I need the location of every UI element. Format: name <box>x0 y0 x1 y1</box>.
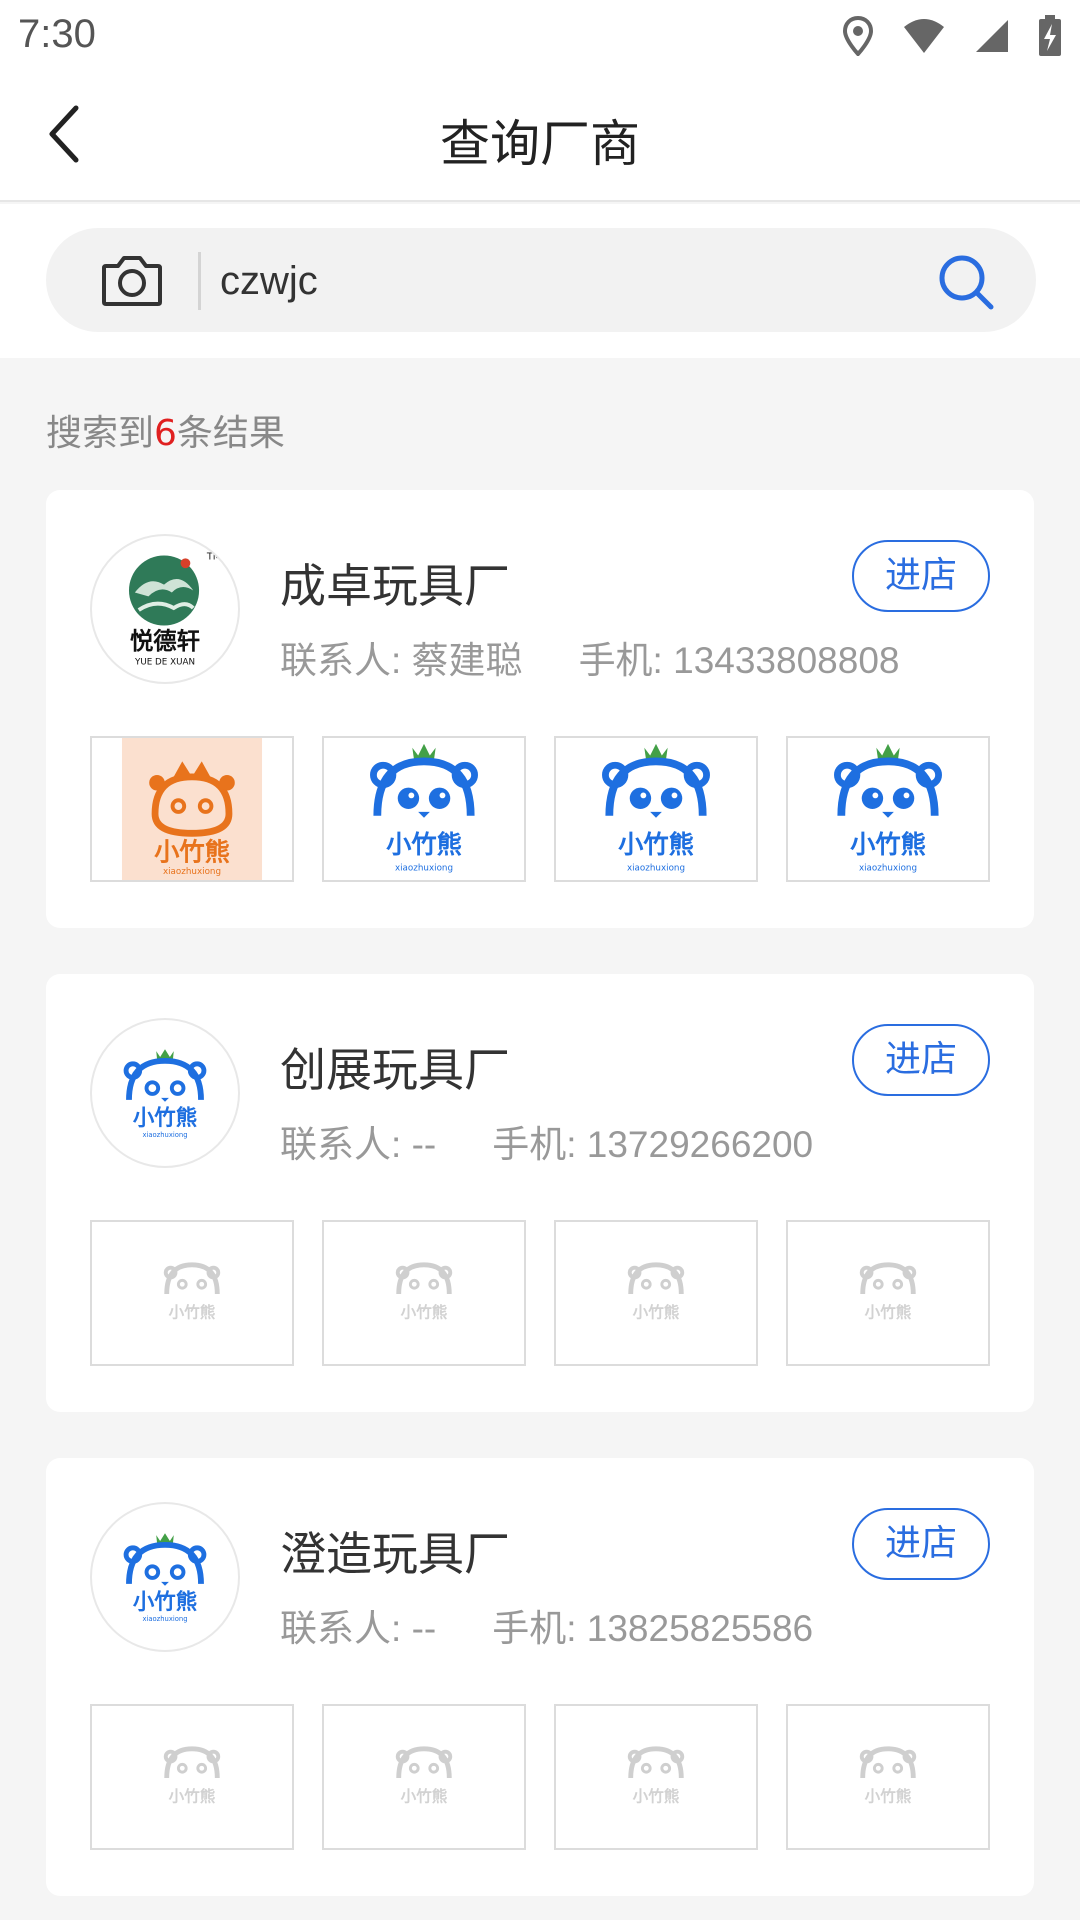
result-count-number: 6 <box>154 413 177 454</box>
vendor-card[interactable]: 小竹熊 xiaozhuxiong 创展玩具厂 联系人: -- 手机: 137292… <box>46 974 1034 1412</box>
product-thumbnail[interactable]: 小竹熊 xiaozhuxiong <box>554 736 758 882</box>
camera-icon[interactable] <box>100 252 164 308</box>
brand-text: 小竹熊 <box>865 1302 912 1321</box>
search-divider <box>198 252 201 310</box>
product-thumbnails: 小竹熊 xiaozhuxiong 小竹熊 xiaozhuxiong 小竹熊 xi… <box>90 736 990 882</box>
contact-name: -- <box>411 1124 437 1165</box>
product-thumbnail[interactable]: 小竹熊 xiaozhuxiong <box>322 736 526 882</box>
product-thumbnail[interactable]: 小竹熊 <box>322 1704 526 1850</box>
vendor-card[interactable]: 小竹熊 xiaozhuxiong 澄造玩具厂 联系人: -- 手机: 138258… <box>46 1458 1034 1896</box>
brand-subtext: xiaozhuxiong <box>395 863 453 873</box>
phone-label: 手机: <box>492 1608 577 1649</box>
brand-text: 小竹熊 <box>169 1302 216 1321</box>
product-thumbnail[interactable]: 小竹熊 <box>554 1704 758 1850</box>
logo-text: 悦德轩 <box>130 627 200 655</box>
contact-label: 联系人: <box>280 1124 402 1165</box>
status-time: 7:30 <box>18 12 96 56</box>
product-thumbnail[interactable]: 小竹熊 <box>90 1704 294 1850</box>
result-count-suffix: 条结果 <box>176 413 285 454</box>
wifi-icon <box>904 19 944 53</box>
battery-icon <box>1039 15 1061 56</box>
status-icons <box>842 14 1062 58</box>
contact-label: 联系人: <box>280 1608 402 1649</box>
brand-text: 小竹熊 <box>133 1589 197 1615</box>
contact-label: 联系人: <box>280 640 402 681</box>
search-section <box>0 204 1080 358</box>
phone-label: 手机: <box>492 1124 577 1165</box>
product-thumbnail[interactable]: 小竹熊 <box>322 1220 526 1366</box>
vendor-logo: 小竹熊 xiaozhuxiong <box>90 1502 240 1652</box>
xiaozhuxiong-logo-icon: 小竹熊 xiaozhuxiong <box>123 1533 207 1623</box>
product-thumbnail[interactable]: 小竹熊 xiaozhuxiong <box>786 736 990 882</box>
location-icon <box>842 16 874 56</box>
placeholder-image-icon: 小竹熊 <box>395 1746 453 1805</box>
placeholder-image-icon: 小竹熊 <box>163 1262 221 1321</box>
brand-text: 小竹熊 <box>633 1786 680 1805</box>
brand-text: 小竹熊 <box>386 830 462 859</box>
vendor-logo: TM 悦德轩 YUE DE XUAN <box>90 534 240 684</box>
status-bar: 7:30 <box>0 0 1080 74</box>
placeholder-image-icon: 小竹熊 <box>627 1746 685 1805</box>
placeholder-image-icon: 小竹熊 <box>163 1746 221 1805</box>
brand-text: 小竹熊 <box>133 1105 197 1131</box>
enter-store-button[interactable]: 进店 <box>852 540 990 612</box>
product-thumbnail[interactable]: 小竹熊 <box>786 1220 990 1366</box>
xiaozhuxiong-blue-icon: 小竹熊 xiaozhuxiong <box>602 743 710 873</box>
product-thumbnail[interactable]: 小竹熊 <box>90 1220 294 1366</box>
vendor-logo: 小竹熊 xiaozhuxiong <box>90 1018 240 1168</box>
yuedexuan-logo-icon: TM 悦德轩 YUE DE XUAN <box>128 551 221 667</box>
brand-text: 小竹熊 <box>633 1302 680 1321</box>
search-bar <box>46 228 1036 332</box>
product-thumbnail[interactable]: 小竹熊 <box>786 1704 990 1850</box>
title-bar: 查询厂商 <box>0 74 1080 202</box>
vendor-card[interactable]: TM 悦德轩 YUE DE XUAN 成卓玩具厂 联系人: 蔡建聪 手机: 134… <box>46 490 1034 928</box>
placeholder-image-icon: 小竹熊 <box>395 1262 453 1321</box>
vendor-name[interactable]: 成卓玩具厂 <box>280 550 510 616</box>
xiaozhuxiong-orange-icon: 小竹熊 xiaozhuxiong <box>121 738 263 880</box>
brand-subtext: xiaozhuxiong <box>163 867 221 877</box>
logo-subtext: YUE DE XUAN <box>134 657 195 667</box>
vendor-contact: 联系人: 蔡建聪 手机: 13433808808 <box>280 630 899 684</box>
brand-text: 小竹熊 <box>169 1786 216 1805</box>
xiaozhuxiong-blue-icon: 小竹熊 xiaozhuxiong <box>370 743 478 873</box>
search-input[interactable] <box>220 256 900 306</box>
result-count: 搜索到6条结果 <box>46 404 285 456</box>
result-count-prefix: 搜索到 <box>46 413 155 454</box>
brand-text: 小竹熊 <box>154 838 230 867</box>
product-thumbnail[interactable]: 小竹熊 <box>554 1220 758 1366</box>
contact-name: -- <box>411 1608 437 1649</box>
signal-icon <box>976 20 1008 52</box>
product-thumbnails: 小竹熊 小竹熊 小竹熊 小竹熊 <box>90 1220 990 1366</box>
vendor-name[interactable]: 澄造玩具厂 <box>280 1518 510 1584</box>
product-thumbnails: 小竹熊 小竹熊 小竹熊 小竹熊 <box>90 1704 990 1850</box>
brand-text: 小竹熊 <box>618 830 694 859</box>
page-title: 查询厂商 <box>440 115 640 173</box>
brand-subtext: xiaozhuxiong <box>627 863 685 873</box>
contact-name: 蔡建聪 <box>411 640 523 681</box>
placeholder-image-icon: 小竹熊 <box>627 1262 685 1321</box>
brand-subtext: xiaozhuxiong <box>859 863 917 873</box>
vendor-contact: 联系人: -- 手机: 13729266200 <box>280 1114 813 1168</box>
phone-number[interactable]: 13825825586 <box>587 1608 813 1649</box>
enter-store-button[interactable]: 进店 <box>852 1024 990 1096</box>
svg-text:TM: TM <box>206 551 221 562</box>
brand-text: 小竹熊 <box>401 1786 448 1805</box>
brand-text: 小竹熊 <box>850 830 926 859</box>
phone-number[interactable]: 13433808808 <box>673 640 899 681</box>
brand-subtext: xiaozhuxiong <box>142 1131 187 1139</box>
phone-number[interactable]: 13729266200 <box>587 1124 813 1165</box>
phone-label: 手机: <box>578 640 663 681</box>
xiaozhuxiong-blue-icon: 小竹熊 xiaozhuxiong <box>834 743 942 873</box>
search-icon[interactable] <box>936 252 996 312</box>
brand-subtext: xiaozhuxiong <box>142 1615 187 1623</box>
brand-text: 小竹熊 <box>865 1786 912 1805</box>
xiaozhuxiong-logo-icon: 小竹熊 xiaozhuxiong <box>123 1049 207 1139</box>
vendor-name[interactable]: 创展玩具厂 <box>280 1034 510 1100</box>
placeholder-image-icon: 小竹熊 <box>859 1262 917 1321</box>
product-thumbnail[interactable]: 小竹熊 xiaozhuxiong <box>90 736 294 882</box>
vendor-contact: 联系人: -- 手机: 13825825586 <box>280 1598 813 1652</box>
placeholder-image-icon: 小竹熊 <box>859 1746 917 1805</box>
enter-store-button[interactable]: 进店 <box>852 1508 990 1580</box>
brand-text: 小竹熊 <box>401 1302 448 1321</box>
